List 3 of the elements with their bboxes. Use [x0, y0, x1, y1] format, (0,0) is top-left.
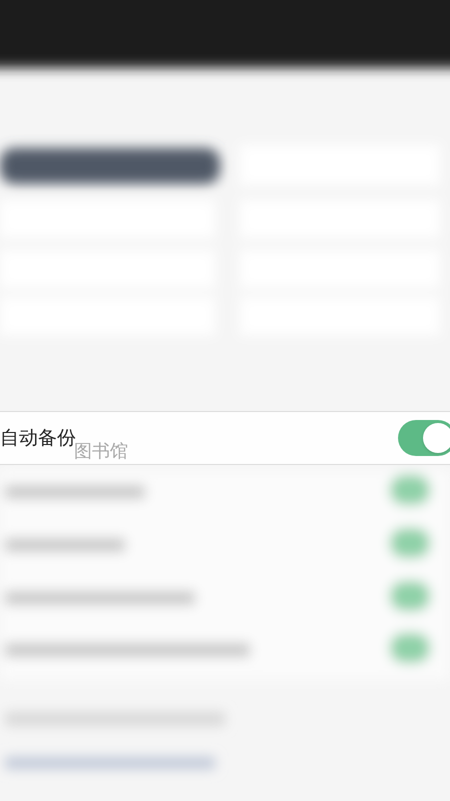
toggle-switch[interactable]	[398, 420, 450, 456]
setting-label: 自动备份	[0, 426, 76, 449]
background-label: 图书馆	[74, 441, 128, 464]
